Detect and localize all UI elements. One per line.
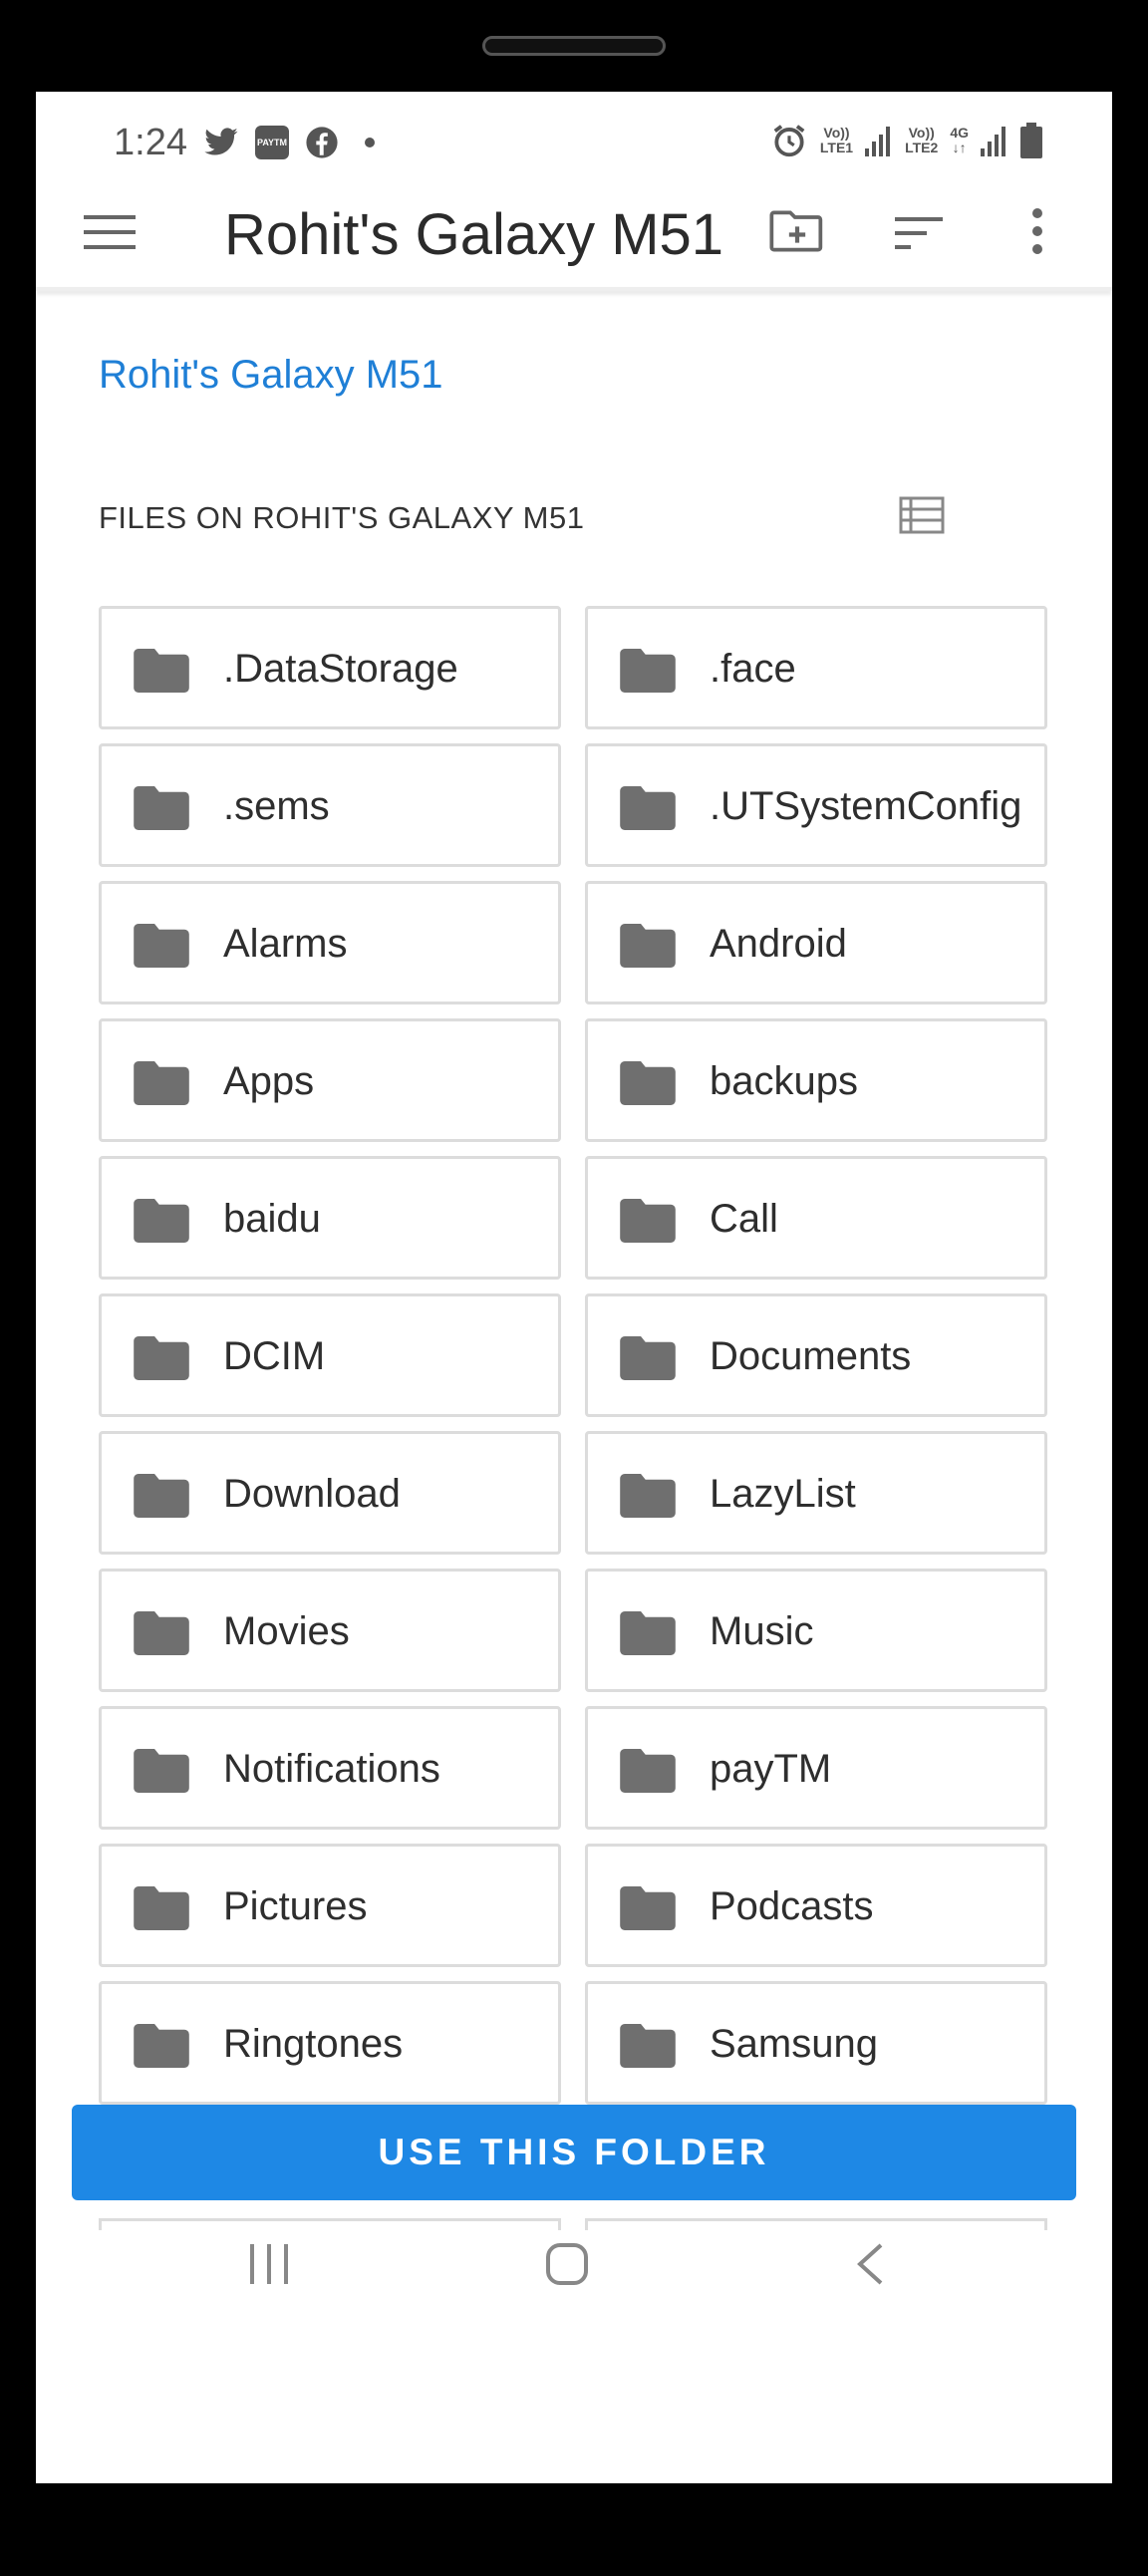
folder-tile[interactable]: .UTSystemConfig [585,743,1047,867]
folder-tile[interactable]: backups [585,1018,1047,1142]
folder-tile[interactable]: Alarms [99,881,561,1004]
folder-icon [620,649,676,693]
folder-name: .UTSystemConfig [710,784,1022,828]
folder-icon [134,924,189,968]
home-icon[interactable] [545,2242,589,2286]
folder-tile[interactable]: Documents [585,1293,1047,1417]
section-label: FILES ON ROHIT'S GALAXY M51 [99,500,585,535]
folder-tile[interactable]: .sems [99,743,561,867]
folder-name: Samsung [710,2022,878,2066]
folder-name: Podcasts [710,1884,874,1928]
screen: 1:24 PAYTM Vo)) LTE1 Vo)) LTE2 4G ↓↑ Roh… [36,92,1112,2483]
back-icon[interactable] [855,2242,885,2286]
folder-name: payTM [710,1747,832,1791]
folder-name: baidu [223,1197,321,1241]
folder-name: .DataStorage [223,647,458,691]
folder-tile[interactable]: baidu [99,1156,561,1280]
folder-icon [620,1474,676,1518]
folder-icon [620,924,676,968]
folder-tile[interactable]: Ringtones [99,1981,561,2105]
folder-name: Call [710,1197,778,1241]
folder-name: Ringtones [223,2022,404,2066]
folder-icon [134,786,189,830]
folder-icon [134,1474,189,1518]
folder-tile[interactable]: Music [585,1569,1047,1692]
sort-icon[interactable] [895,215,945,251]
folder-icon [134,1611,189,1655]
folder-tile[interactable]: DCIM [99,1293,561,1417]
folder-icon [134,649,189,693]
app-bar-divider [36,287,1112,291]
more-vert-icon[interactable] [1030,207,1044,255]
folder-icon [134,1749,189,1793]
list-view-icon[interactable] [899,496,945,534]
folder-tile[interactable]: Pictures [99,1844,561,1967]
recents-icon[interactable] [248,2244,290,2284]
folder-tile[interactable]: Apps [99,1018,561,1142]
folder-name: Android [710,922,847,966]
folder-name: Pictures [223,1884,368,1928]
system-nav-bar [36,2204,1112,2314]
folder-name: Movies [223,1609,350,1653]
folder-icon [134,1061,189,1105]
folder-name: Alarms [223,922,348,966]
folder-icon [134,1199,189,1243]
breadcrumb[interactable]: Rohit's Galaxy M51 [99,353,443,398]
folder-tile[interactable]: Notifications [99,1706,561,1830]
new-folder-icon[interactable] [769,207,825,255]
folder-name: Apps [223,1059,315,1103]
folder-tile[interactable]: Android [585,881,1047,1004]
folder-icon [620,786,676,830]
folder-tile[interactable]: payTM [585,1706,1047,1830]
folder-tile[interactable]: .face [585,606,1047,729]
folder-tile[interactable]: .DataStorage [99,606,561,729]
folder-icon [620,1199,676,1243]
folder-icon [620,1749,676,1793]
folder-name: Download [223,1472,401,1516]
folder-icon [620,1886,676,1930]
folder-name: Documents [710,1334,912,1378]
folder-tile[interactable]: Podcasts [585,1844,1047,1967]
folder-tile[interactable]: Call [585,1156,1047,1280]
menu-icon[interactable] [84,215,136,255]
folder-name: .sems [223,784,330,828]
folder-icon [620,1336,676,1380]
folder-name: .face [710,647,796,691]
folder-name: Notifications [223,1747,440,1791]
folder-tile[interactable]: Download [99,1431,561,1555]
folder-tile[interactable]: LazyList [585,1431,1047,1555]
folder-name: backups [710,1059,858,1103]
folder-icon [620,1611,676,1655]
folder-icon [620,2024,676,2068]
folder-name: LazyList [710,1472,856,1516]
folder-name: DCIM [223,1334,326,1378]
folder-icon [620,1061,676,1105]
use-this-folder-button[interactable]: USE THIS FOLDER [72,2105,1076,2200]
app-title: Rohit's Galaxy M51 [224,202,724,267]
folder-icon [134,2024,189,2068]
folder-tile[interactable]: Samsung [585,1981,1047,2105]
folder-icon [134,1886,189,1930]
folder-name: Music [710,1609,814,1653]
phone-speaker [482,36,666,56]
folder-icon [134,1336,189,1380]
folder-tile[interactable]: Movies [99,1569,561,1692]
phone-frame: 1:24 PAYTM Vo)) LTE1 Vo)) LTE2 4G ↓↑ Roh… [0,0,1148,2576]
